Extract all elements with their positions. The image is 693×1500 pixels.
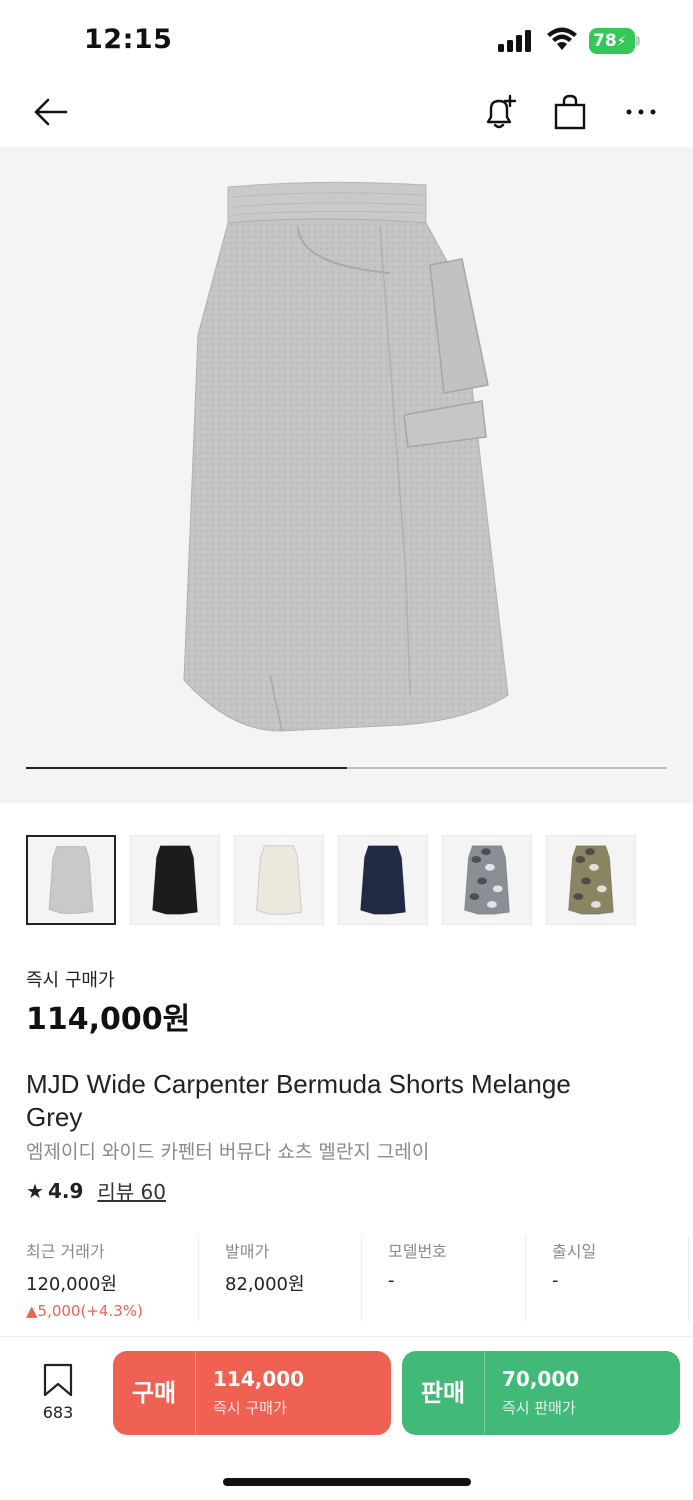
home-indicator <box>223 1478 471 1486</box>
product-image <box>183 181 509 732</box>
bookmark-count: 683 <box>42 1403 74 1422</box>
battery-level: 78 <box>593 31 617 51</box>
rating-score: 4.9 <box>47 1178 84 1203</box>
review-link[interactable]: 리뷰 60 <box>97 1176 166 1205</box>
info-label: 출시일 <box>552 1242 597 1261</box>
buy-label: 구매 <box>131 1379 177 1407</box>
thumbnail-ivory[interactable] <box>234 835 324 925</box>
sell-sub-label: 즉시 판매가 <box>502 1399 576 1417</box>
buy-price: 114,000 <box>213 1367 305 1391</box>
top-nav <box>0 80 693 146</box>
info-recent-price: 최근 거래가 120,000원 ▲5,000(+4.3%) <box>26 1236 196 1322</box>
info-model-number: 모델번호 - <box>361 1236 523 1322</box>
carousel-progress <box>26 767 667 769</box>
shopping-bag-icon[interactable] <box>550 92 590 132</box>
cellular-signal-icon <box>498 30 531 52</box>
wifi-icon <box>547 27 577 50</box>
thumbnail-black[interactable] <box>130 835 220 925</box>
battery-icon: 78⚡ <box>589 28 641 54</box>
bookmark-button[interactable]: 683 <box>34 1363 82 1423</box>
back-arrow-icon[interactable] <box>30 92 70 132</box>
more-icon[interactable] <box>622 92 662 132</box>
info-label: 최근 거래가 <box>26 1242 105 1261</box>
info-value: - <box>552 1270 559 1291</box>
thumbnail-shorts-image <box>255 845 303 915</box>
info-release-price: 발매가 82,000원 <box>198 1236 360 1322</box>
thumbnail-navy[interactable] <box>338 835 428 925</box>
thumbnail-grey-camo[interactable] <box>442 835 532 925</box>
bookmark-icon <box>43 1363 73 1397</box>
price-change: ▲5,000(+4.3%) <box>26 1302 143 1320</box>
sell-label: 판매 <box>420 1379 466 1407</box>
price-value: 114,000원 <box>26 1002 191 1037</box>
buy-button[interactable]: 구매 114,000 즉시 구매가 <box>113 1351 391 1435</box>
rating-row: ★ 4.9 리뷰 60 <box>26 1176 166 1205</box>
info-value: - <box>388 1270 395 1291</box>
product-title: MJD Wide Carpenter Bermuda Shorts Melang… <box>26 1069 571 1132</box>
thumbnail-grey[interactable] <box>26 835 116 925</box>
product-image-carousel[interactable] <box>0 147 693 803</box>
buy-sub-label: 즉시 구매가 <box>213 1399 287 1417</box>
thumbnail-shorts-image <box>359 845 407 915</box>
thumbnail-shorts-image <box>48 846 94 914</box>
info-release-date: 출시일 - <box>525 1236 689 1322</box>
thumbnail-shorts-image <box>151 845 199 915</box>
info-label: 발매가 <box>225 1242 270 1261</box>
status-time: 12:15 <box>84 24 173 55</box>
color-thumbnails <box>26 835 646 927</box>
thumbnail-shorts-image <box>463 845 511 915</box>
bell-plus-icon[interactable] <box>480 92 520 132</box>
sell-price: 70,000 <box>502 1367 580 1391</box>
star-icon: ★ <box>26 1178 44 1203</box>
info-label: 모델번호 <box>388 1242 447 1261</box>
price-label: 즉시 구매가 <box>26 970 115 991</box>
thumbnail-shorts-image <box>567 845 615 915</box>
status-bar: 12:15 78⚡ <box>0 0 693 80</box>
info-value: 82,000원 <box>225 1274 305 1295</box>
info-value: 120,000원 <box>26 1274 117 1295</box>
carousel-progress-fill <box>26 767 347 769</box>
product-info: 최근 거래가 120,000원 ▲5,000(+4.3%) 발매가 82,000… <box>0 1236 693 1322</box>
thumbnail-khaki-camo[interactable] <box>546 835 636 925</box>
bottom-action-bar: 683 구매 114,000 즉시 구매가 판매 70,000 즉시 판매가 <box>0 1336 693 1448</box>
sell-button[interactable]: 판매 70,000 즉시 판매가 <box>402 1351 680 1435</box>
product-title-korean: 엠제이디 와이드 카펜터 버뮤다 쇼츠 멜란지 그레이 <box>26 1141 430 1163</box>
